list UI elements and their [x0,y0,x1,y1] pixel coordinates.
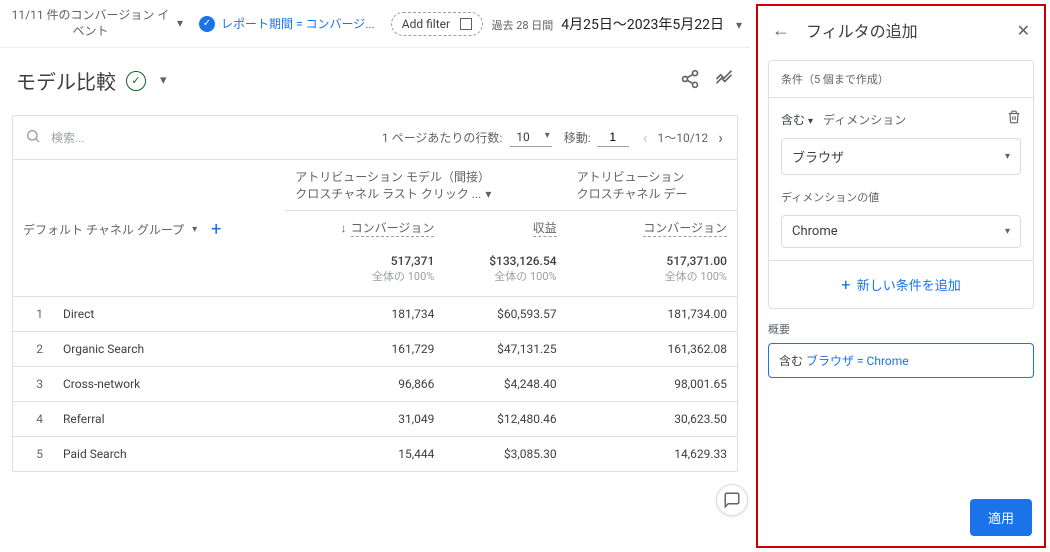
delete-condition-button[interactable] [1007,110,1021,128]
attribution-model-2-selector[interactable]: クロスチャネル デー [577,185,727,202]
attribution-model-1-label: アトリビューション モデル（間接） [295,168,556,185]
prev-page-button[interactable]: ‹ [641,126,650,149]
summary-label: 概要 [768,321,1034,337]
add-filter-panel: ← フィルタの追加 ✕ 条件（5 個まで作成） 含む ▾ ディメンション ブラウ… [756,4,1046,548]
insights-icon[interactable] [714,69,734,93]
add-dimension-button[interactable]: + [211,219,221,240]
conversion-events-selector[interactable]: 11/11 件のコンバージョン イベント ▾ [8,8,183,39]
dimension-label: ディメンション [823,111,997,128]
pager-text: 1～10/12 [658,129,709,146]
search-input[interactable]: 検索... [25,128,370,147]
panel-title: フィルタの追加 [806,18,1001,42]
back-button[interactable]: ← [772,20,790,41]
add-filter-button[interactable]: Add filter [391,12,483,36]
feedback-button[interactable] [716,484,748,516]
next-page-button[interactable]: › [716,126,725,149]
dimension-value-label: ディメンションの値 [781,189,1021,205]
share-icon[interactable] [680,69,700,93]
table-row[interactable]: 2Organic Search161,729$47,131.25161,362.… [13,331,737,366]
metric-revenue[interactable]: 収益 [533,221,557,237]
filter-square-icon [460,18,472,30]
page-title: モデル比較 [16,66,116,95]
rows-per-page[interactable]: 1 ページあたりの行数: 10 [382,128,552,147]
dimension-value-select[interactable]: Chrome▾ [781,215,1021,248]
table-row[interactable]: 5Paid Search15,444$3,085.3014,629.33 [13,436,737,471]
topbar: 11/11 件のコンバージョン イベント ▾ ✓ レポート期間 = コンバージ.… [0,0,750,48]
goto-input[interactable] [597,128,629,147]
chevron-down-icon: ▾ [177,16,183,32]
dimension-select[interactable]: ブラウザ▾ [781,138,1021,175]
attribution-model-2-label: アトリビューション [577,168,727,185]
chevron-down-icon[interactable]: ▾ [160,73,167,88]
date-range-selector[interactable]: 過去 28 日間 4月25日～2023年5月22日 ▾ [491,14,742,34]
conditions-header: 条件（5 個まで作成） [769,61,1033,98]
table-row[interactable]: 1Direct181,734$60,593.57181,734.00 [13,296,737,331]
status-check-icon[interactable]: ✓ [126,71,146,91]
report-period-chip[interactable]: ✓ レポート期間 = コンバージ... [189,11,385,36]
chevron-down-icon: ▾ [736,18,742,32]
sort-arrow-icon[interactable]: ↓ [341,221,347,235]
check-circle-icon: ✓ [199,16,215,32]
table-row[interactable]: 4Referral31,049$12,480.4630,623.50 [13,401,737,436]
goto-label: 移動: [564,129,591,146]
add-condition-button[interactable]: + 新しい条件を追加 [769,260,1033,308]
dimension-selector[interactable]: デフォルト チャネル グループ▾ + [23,219,275,240]
attribution-model-1-selector[interactable]: クロスチャネル ラスト クリック ...▾ [295,185,556,202]
metric-conversions[interactable]: コンバージョン [351,221,435,237]
metric-conversions-2[interactable]: コンバージョン [643,221,727,237]
close-button[interactable]: ✕ [1017,21,1030,40]
table-row[interactable]: 3Cross-network96,866$4,248.4098,001.65 [13,366,737,401]
summary-chip: 含む ブラウザ = Chrome [768,343,1034,378]
apply-button[interactable]: 適用 [970,499,1032,536]
data-table-card: 検索... 1 ページあたりの行数: 10 移動: ‹ 1～10/12 › アト… [12,115,738,472]
include-selector[interactable]: 含む ▾ [781,111,813,128]
search-icon [25,128,41,147]
